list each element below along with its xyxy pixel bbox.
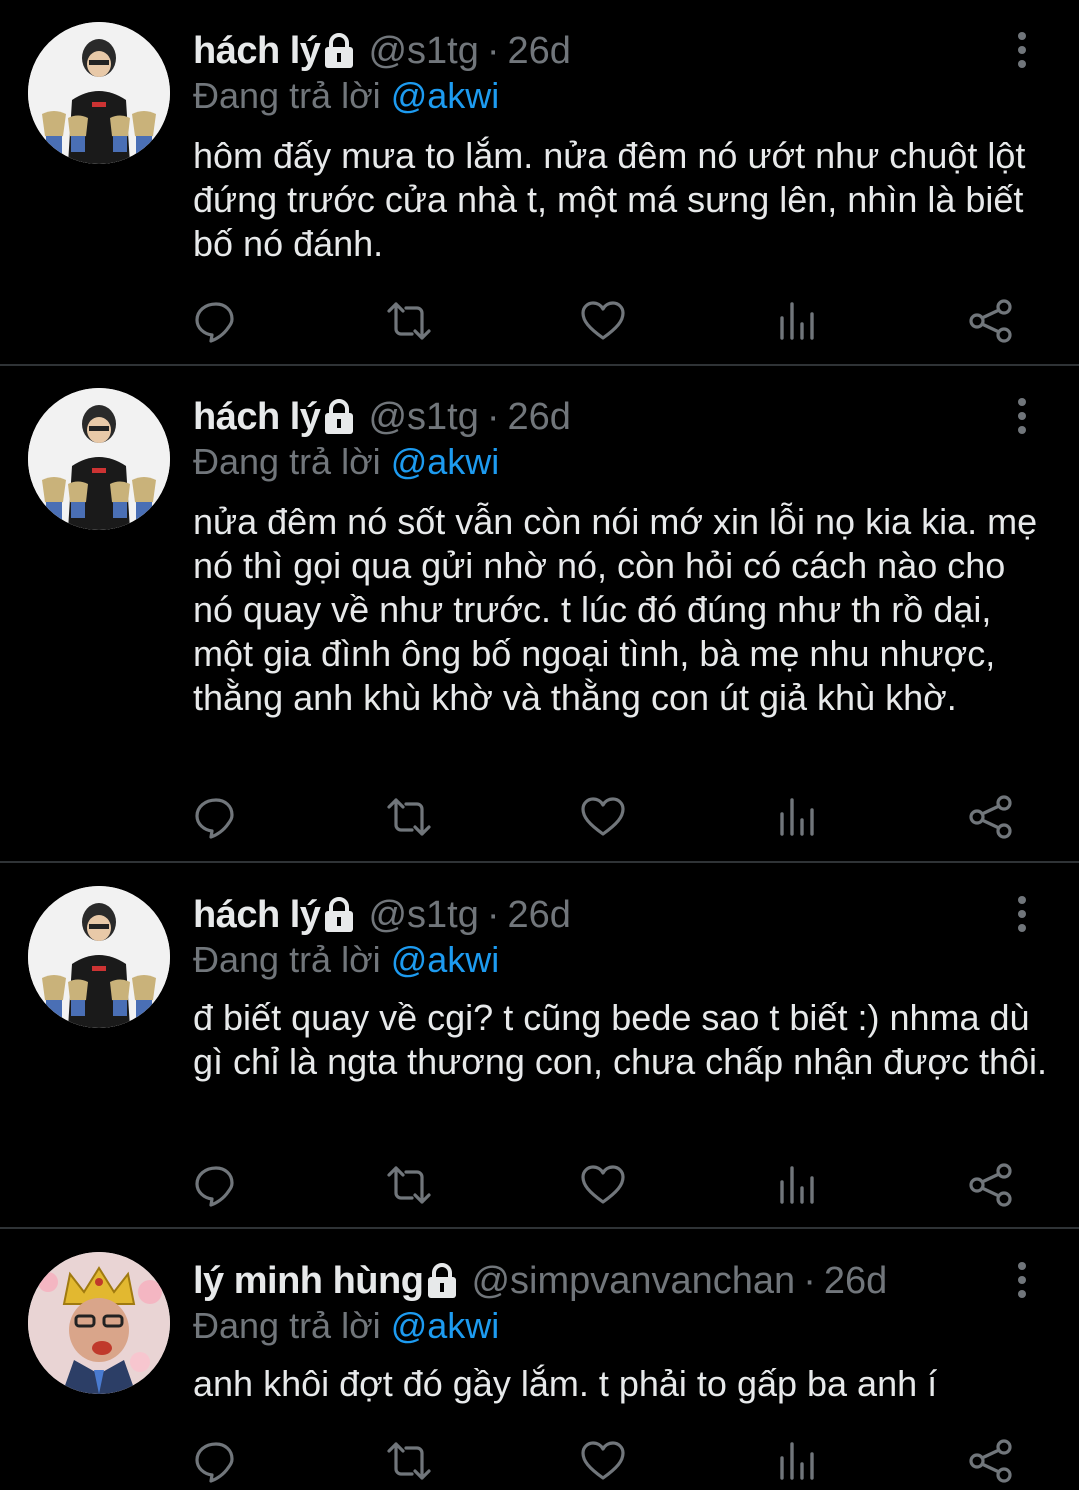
action-bar — [0, 1162, 1079, 1210]
avatar[interactable] — [28, 388, 170, 530]
replying-label: Đang trả lời — [193, 939, 381, 980]
action-bar — [0, 298, 1079, 346]
replying-label: Đang trả lời — [193, 441, 381, 482]
share-icon[interactable] — [968, 298, 1014, 344]
display-name[interactable]: hách lý — [193, 28, 321, 74]
tweet-header: hách lý @s1tg · 26d — [193, 28, 571, 74]
display-name[interactable]: hách lý — [193, 892, 321, 938]
mention-link[interactable]: @akwi — [391, 1305, 500, 1346]
retweet-icon[interactable] — [386, 1438, 432, 1484]
tweet-text: nửa đêm nó sốt vẫn còn nói mớ xin lỗi nọ… — [193, 501, 1038, 718]
divider — [0, 1227, 1079, 1229]
mention-link[interactable]: @akwi — [391, 939, 500, 980]
handle[interactable]: @s1tg — [368, 28, 478, 74]
separator: · — [486, 894, 500, 936]
avatar-image — [28, 1252, 170, 1394]
timestamp[interactable]: 26d — [508, 892, 571, 938]
avatar-image — [28, 886, 170, 1028]
avatar[interactable] — [28, 1252, 170, 1394]
avatar[interactable] — [28, 886, 170, 1028]
heart-icon[interactable] — [580, 794, 626, 840]
reply-icon[interactable] — [193, 1438, 239, 1484]
tweet[interactable]: lý minh hùng @simpvanvanchan · 26d Đang … — [0, 1230, 1079, 1490]
action-bar — [0, 794, 1079, 842]
divider — [0, 861, 1079, 863]
handle[interactable]: @s1tg — [368, 892, 478, 938]
more-vertical-icon[interactable] — [1002, 396, 1042, 436]
retweet-icon[interactable] — [386, 298, 432, 344]
timestamp[interactable]: 26d — [508, 28, 571, 74]
tweet-header: hách lý @s1tg · 26d — [193, 892, 571, 938]
retweet-icon[interactable] — [386, 794, 432, 840]
analytics-icon[interactable] — [774, 794, 820, 840]
tweet-text: hôm đấy mưa to lắm. nửa đêm nó ướt như c… — [193, 135, 1026, 264]
avatar-image — [28, 22, 170, 164]
more-vertical-icon[interactable] — [1002, 1260, 1042, 1300]
tweet-header: lý minh hùng @simpvanvanchan · 26d — [193, 1258, 887, 1304]
timestamp[interactable]: 26d — [824, 1258, 887, 1304]
separator: · — [803, 1260, 816, 1302]
tweet[interactable]: hách lý @s1tg · 26d Đang trả lời @akwi h… — [0, 0, 1079, 364]
replying-label: Đang trả lời — [193, 75, 381, 116]
display-name[interactable]: hách lý — [193, 394, 321, 440]
tweet[interactable]: hách lý @s1tg · 26d Đang trả lời @akwi đ… — [0, 864, 1079, 1226]
lock-icon — [322, 32, 356, 70]
action-bar — [0, 1438, 1079, 1486]
analytics-icon[interactable] — [774, 298, 820, 344]
more-vertical-icon[interactable] — [1002, 30, 1042, 70]
tweet[interactable]: hách lý @s1tg · 26d Đang trả lời @akwi n… — [0, 366, 1079, 860]
tweet-text: đ biết quay về cgi? t cũng bede sao t bi… — [193, 997, 1048, 1082]
replying-to: Đang trả lời @akwi — [193, 1304, 499, 1348]
share-icon[interactable] — [968, 1438, 1014, 1484]
reply-icon[interactable] — [193, 298, 239, 344]
lock-icon — [322, 398, 356, 436]
heart-icon[interactable] — [580, 298, 626, 344]
handle[interactable]: @simpvanvanchan — [471, 1258, 795, 1304]
replying-to: Đang trả lời @akwi — [193, 440, 499, 484]
tweet-header: hách lý @s1tg · 26d — [193, 394, 571, 440]
timestamp[interactable]: 26d — [508, 394, 571, 440]
handle[interactable]: @s1tg — [368, 394, 478, 440]
lock-icon — [425, 1262, 459, 1300]
avatar-image — [28, 388, 170, 530]
share-icon[interactable] — [968, 794, 1014, 840]
replying-to: Đang trả lời @akwi — [193, 938, 499, 982]
reply-icon[interactable] — [193, 1162, 239, 1208]
replying-to: Đang trả lời @akwi — [193, 74, 499, 118]
replying-label: Đang trả lời — [193, 1305, 381, 1346]
separator: · — [486, 396, 500, 438]
lock-icon — [322, 896, 356, 934]
analytics-icon[interactable] — [774, 1162, 820, 1208]
tweet-text: anh khôi đợt đó gầy lắm. t phải to gấp b… — [193, 1363, 938, 1404]
heart-icon[interactable] — [580, 1162, 626, 1208]
avatar[interactable] — [28, 22, 170, 164]
mention-link[interactable]: @akwi — [391, 441, 500, 482]
tweet-feed: hách lý @s1tg · 26d Đang trả lời @akwi h… — [0, 0, 1079, 1490]
reply-icon[interactable] — [193, 794, 239, 840]
share-icon[interactable] — [968, 1162, 1014, 1208]
heart-icon[interactable] — [580, 1438, 626, 1484]
separator: · — [486, 30, 500, 72]
analytics-icon[interactable] — [774, 1438, 820, 1484]
more-vertical-icon[interactable] — [1002, 894, 1042, 934]
retweet-icon[interactable] — [386, 1162, 432, 1208]
mention-link[interactable]: @akwi — [391, 75, 500, 116]
display-name[interactable]: lý minh hùng — [193, 1258, 424, 1304]
